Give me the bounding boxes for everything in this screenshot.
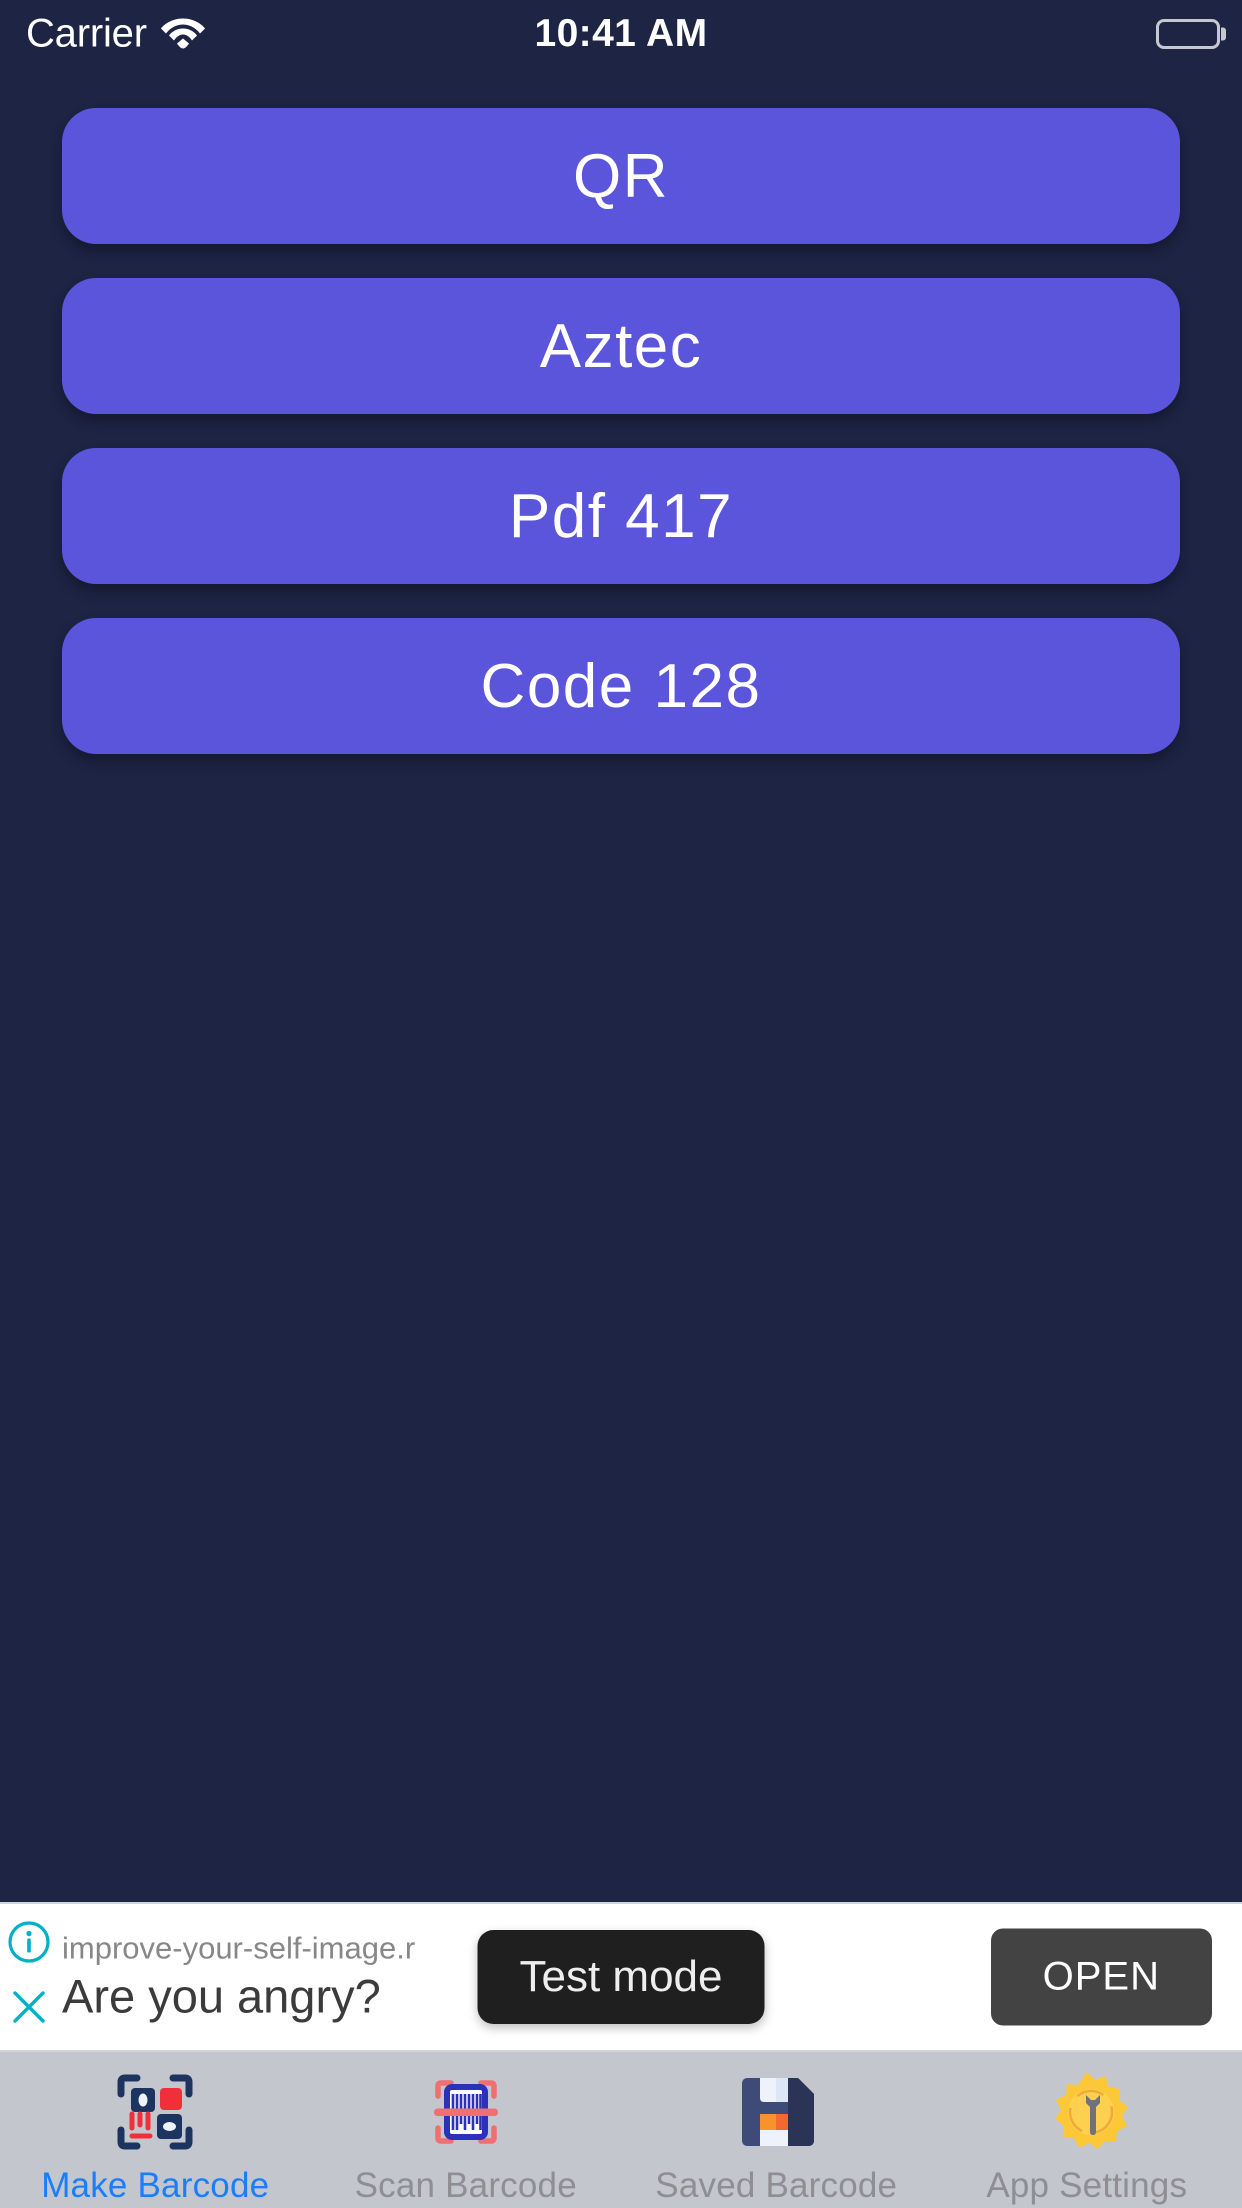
gear-wrench-icon [1035, 2060, 1139, 2164]
status-bar: Carrier 10:41 AM [0, 0, 1242, 68]
barcode-type-button-code128[interactable]: Code 128 [62, 618, 1180, 754]
tab-bar: Make Barcode Scan Barcode Saved Barcode … [0, 2052, 1242, 2208]
tab-make-barcode[interactable]: Make Barcode [0, 2052, 311, 2208]
barcode-type-list: QR Aztec Pdf 417 Code 128 [0, 68, 1242, 1902]
tab-label-scan-barcode: Scan Barcode [354, 2166, 577, 2205]
ad-url: improve-your-self-image.r [62, 1930, 416, 1966]
barcode-type-button-pdf417[interactable]: Pdf 417 [62, 448, 1180, 584]
qr-code-icon [103, 2060, 207, 2164]
carrier-label: Carrier [26, 11, 147, 56]
tab-label-make-barcode: Make Barcode [41, 2166, 270, 2205]
battery-icon [1156, 19, 1226, 49]
ad-headline: Are you angry? [62, 1969, 381, 2023]
tab-app-settings[interactable]: App Settings [932, 2052, 1242, 2208]
status-bar-left: Carrier [26, 12, 205, 57]
app-screen: Carrier 10:41 AM QR Aztec Pdf 417 Code 1… [0, 0, 1242, 2208]
floppy-disk-icon [724, 2060, 828, 2164]
clock-label: 10:41 AM [534, 12, 708, 55]
tab-saved-barcode[interactable]: Saved Barcode [621, 2052, 932, 2208]
info-circle-icon[interactable] [6, 1919, 52, 1970]
status-bar-right [1156, 19, 1226, 49]
ad-banner-controls [6, 1919, 52, 2035]
barcode-type-button-qr[interactable]: QR [62, 108, 1180, 244]
tab-label-saved-barcode: Saved Barcode [655, 2166, 898, 2205]
barcode-type-button-aztec[interactable]: Aztec [62, 278, 1180, 414]
tab-scan-barcode[interactable]: Scan Barcode [311, 2052, 622, 2208]
tab-label-app-settings: App Settings [986, 2166, 1188, 2205]
ad-banner[interactable]: improve-your-self-image.r Are you angry?… [0, 1902, 1242, 2052]
battery-cap [1221, 27, 1226, 41]
ad-open-button[interactable]: OPEN [990, 1928, 1212, 2026]
wifi-icon [160, 15, 205, 54]
test-mode-badge: Test mode [477, 1930, 765, 2024]
barcode-scan-icon [414, 2060, 518, 2164]
ad-text-block: improve-your-self-image.r Are you angry? [62, 1931, 415, 2024]
close-x-icon[interactable] [6, 1984, 52, 2035]
